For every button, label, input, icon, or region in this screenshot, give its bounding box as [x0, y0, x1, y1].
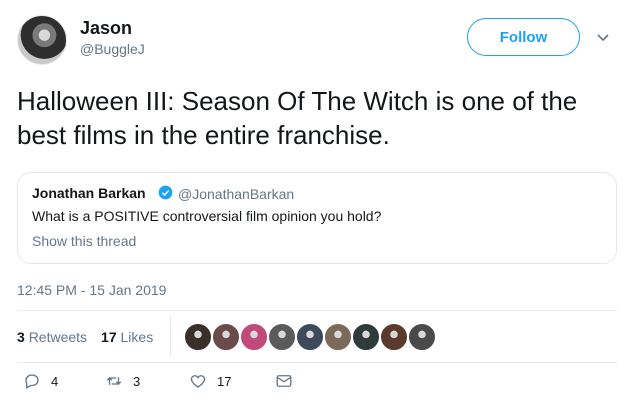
quoted-tweet-text: What is a POSITIVE controversial film op…: [32, 208, 382, 224]
liker-avatar[interactable]: [183, 322, 213, 352]
author-avatar[interactable]: [17, 15, 67, 65]
retweet-count: 3: [133, 373, 141, 389]
liker-avatars: [183, 322, 437, 352]
quoted-author-handle: @JonathanBarkan: [178, 186, 295, 202]
tweet-timestamp[interactable]: 12:45 PM - 15 Jan 2019: [17, 282, 166, 298]
liker-avatar[interactable]: [211, 322, 241, 352]
chevron-down-icon[interactable]: [596, 33, 610, 43]
verified-badge-icon: [158, 185, 173, 200]
follow-button[interactable]: Follow: [467, 18, 580, 56]
quoted-tweet-card[interactable]: Jonathan Barkan @JonathanBarkan What is …: [17, 172, 617, 264]
quoted-author-name: Jonathan Barkan: [32, 185, 146, 201]
liker-avatar[interactable]: [267, 322, 297, 352]
divider: [17, 362, 617, 363]
reply-count: 4: [51, 373, 59, 389]
liker-avatar[interactable]: [351, 322, 381, 352]
engagement-stats: 3 Retweets 17 Likes: [17, 329, 153, 345]
reply-icon: [25, 374, 39, 389]
likes-label: Likes: [120, 329, 154, 345]
tweet-text: Halloween III: Season Of The Witch is on…: [17, 86, 578, 150]
heart-icon: [190, 375, 206, 388]
author-name[interactable]: Jason: [80, 18, 132, 39]
liker-avatar[interactable]: [379, 322, 409, 352]
likes-stat[interactable]: 17 Likes: [101, 329, 153, 345]
author-handle[interactable]: @BuggleJ: [80, 41, 145, 57]
retweet-icon: [106, 377, 122, 385]
liker-avatar[interactable]: [239, 322, 269, 352]
likes-count: 17: [101, 329, 117, 345]
stats-separator: [170, 316, 171, 356]
direct-message-action[interactable]: [275, 372, 293, 390]
retweets-count: 3: [17, 329, 25, 345]
like-action[interactable]: 17: [189, 372, 231, 390]
liker-avatar[interactable]: [295, 322, 325, 352]
retweet-action[interactable]: 3: [105, 372, 140, 390]
retweets-label: Retweets: [28, 329, 88, 345]
reply-action[interactable]: 4: [23, 372, 58, 390]
show-thread-link[interactable]: Show this thread: [32, 233, 136, 249]
retweets-stat[interactable]: 3 Retweets: [17, 329, 87, 345]
like-count: 17: [217, 373, 232, 389]
divider: [17, 310, 617, 311]
envelope-icon: [276, 375, 292, 387]
liker-avatar[interactable]: [323, 322, 353, 352]
liker-avatar[interactable]: [407, 322, 437, 352]
